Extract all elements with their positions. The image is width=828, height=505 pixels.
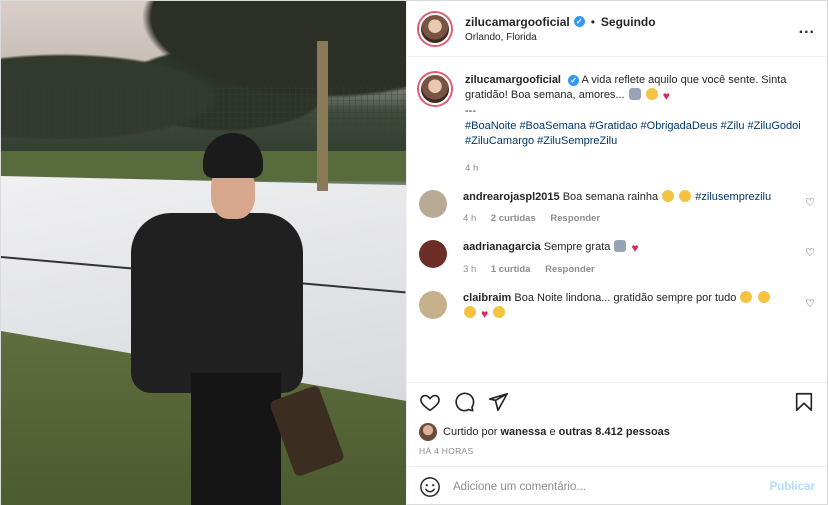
caption-time[interactable]: 4 h bbox=[465, 163, 478, 174]
post-photo[interactable] bbox=[1, 1, 407, 505]
header-username[interactable]: zilucamargooficial bbox=[465, 15, 570, 29]
likes-others[interactable]: outras 8.412 pessoas bbox=[559, 426, 670, 438]
comment-item: claibraim Boa Noite lindona... gratidão … bbox=[419, 291, 815, 322]
paper-plane-icon[interactable] bbox=[487, 391, 509, 413]
location-link[interactable]: Orlando, Florida bbox=[465, 32, 799, 43]
liker-avatar[interactable] bbox=[419, 423, 438, 441]
action-bar bbox=[407, 382, 827, 420]
comment-avatar[interactable] bbox=[419, 240, 448, 268]
header-info: zilucamargooficial ✓ • Seguindo Orlando,… bbox=[465, 15, 799, 43]
comment-time[interactable]: 3 h bbox=[463, 264, 476, 275]
person-pants bbox=[191, 373, 281, 505]
liker-username[interactable]: wanessa bbox=[501, 426, 547, 438]
verified-badge-icon: ✓ bbox=[568, 75, 580, 86]
follow-status-button[interactable]: Seguindo bbox=[601, 15, 656, 29]
praying-hands-emoji-icon bbox=[628, 88, 641, 100]
more-options-icon[interactable]: ... bbox=[799, 20, 815, 38]
verified-badge-icon: ✓ bbox=[573, 16, 585, 27]
post-header: zilucamargooficial ✓ • Seguindo Orlando,… bbox=[407, 1, 827, 57]
comments-section[interactable]: zilucamargooficial ✓ A vida reflete aqui… bbox=[407, 57, 827, 382]
comment-username[interactable]: claibraim bbox=[463, 292, 511, 304]
comment-like-heart-icon[interactable]: ♡ bbox=[805, 196, 815, 209]
comment-like-heart-icon[interactable]: ♡ bbox=[805, 297, 815, 310]
likes-summary: Curtido por wanessa e outras 8.412 pesso… bbox=[407, 420, 827, 444]
heart-eyes-emoji-icon bbox=[662, 190, 675, 202]
reply-button[interactable]: Responder bbox=[550, 213, 600, 224]
publish-button[interactable]: Publicar bbox=[770, 481, 815, 493]
comment-text: Sempre grata bbox=[543, 241, 611, 253]
heart-eyes-emoji-icon bbox=[493, 306, 506, 318]
avatar[interactable] bbox=[419, 12, 452, 45]
person-jacket bbox=[131, 213, 303, 393]
likes-conjunction: e bbox=[549, 426, 556, 438]
clapping-hands-emoji-icon bbox=[757, 291, 770, 303]
post-side-panel: zilucamargooficial ✓ • Seguindo Orlando,… bbox=[406, 1, 827, 505]
comment-likes[interactable]: 1 curtida bbox=[491, 264, 531, 275]
comment-like-heart-icon[interactable]: ♡ bbox=[805, 246, 815, 259]
comment-username[interactable]: aadrianagarcia bbox=[463, 241, 541, 253]
photo-person bbox=[131, 133, 346, 505]
smiley-icon[interactable] bbox=[419, 476, 441, 498]
comment-icon[interactable] bbox=[453, 391, 475, 413]
heart-eyes-emoji-icon bbox=[679, 190, 692, 202]
red-heart-emoji-icon: ♥ bbox=[481, 307, 489, 321]
comment-time[interactable]: 4 h bbox=[463, 213, 476, 224]
smiling-face-emoji-icon bbox=[645, 88, 658, 100]
heart-eyes-emoji-icon bbox=[464, 306, 477, 318]
comment-avatar[interactable] bbox=[419, 291, 448, 319]
red-heart-emoji-icon: ♥ bbox=[631, 241, 639, 255]
post-timestamp[interactable]: HÁ 4 HORAS bbox=[407, 444, 827, 466]
caption-username[interactable]: zilucamargooficial bbox=[465, 74, 561, 86]
comment-input[interactable]: Adicione um comentário... bbox=[453, 481, 770, 493]
comment-item: aadrianagarcia Sempre grata ♥ 3 h 1 curt… bbox=[419, 240, 815, 277]
reply-button[interactable]: Responder bbox=[545, 264, 595, 275]
comment-text: Boa Noite lindona... gratidão sempre por… bbox=[514, 292, 737, 304]
instagram-post: zilucamargooficial ✓ • Seguindo Orlando,… bbox=[0, 0, 828, 505]
comment-likes[interactable]: 2 curtidas bbox=[491, 213, 536, 224]
raising-hands-emoji-icon bbox=[740, 291, 753, 303]
caption-hashtags[interactable]: #BoaNoite #BoaSemana #Gratidao #Obrigada… bbox=[465, 119, 815, 149]
separator-dot: • bbox=[590, 14, 595, 29]
comment-username[interactable]: andrearojaspl2015 bbox=[463, 191, 560, 203]
caption-dashes: --- bbox=[465, 105, 477, 117]
comment-hashtag[interactable]: #zilusemprezilu bbox=[695, 191, 771, 203]
bookmark-icon[interactable] bbox=[793, 391, 815, 413]
red-heart-emoji-icon: ♥ bbox=[662, 89, 670, 103]
caption-avatar[interactable] bbox=[419, 73, 452, 105]
likes-prefix: Curtido por bbox=[443, 426, 498, 438]
person-hat bbox=[203, 133, 263, 178]
photo-pole bbox=[317, 41, 328, 191]
comment-item: andrearojaspl2015 Boa semana rainha #zil… bbox=[419, 190, 815, 226]
comment-text: Boa semana rainha bbox=[562, 191, 659, 203]
praying-hands-emoji-icon bbox=[614, 240, 627, 252]
heart-icon[interactable] bbox=[419, 391, 441, 413]
comment-avatar[interactable] bbox=[419, 190, 448, 218]
caption: zilucamargooficial ✓ A vida reflete aqui… bbox=[419, 73, 815, 176]
add-comment-bar: Adicione um comentário... Publicar bbox=[407, 466, 827, 505]
